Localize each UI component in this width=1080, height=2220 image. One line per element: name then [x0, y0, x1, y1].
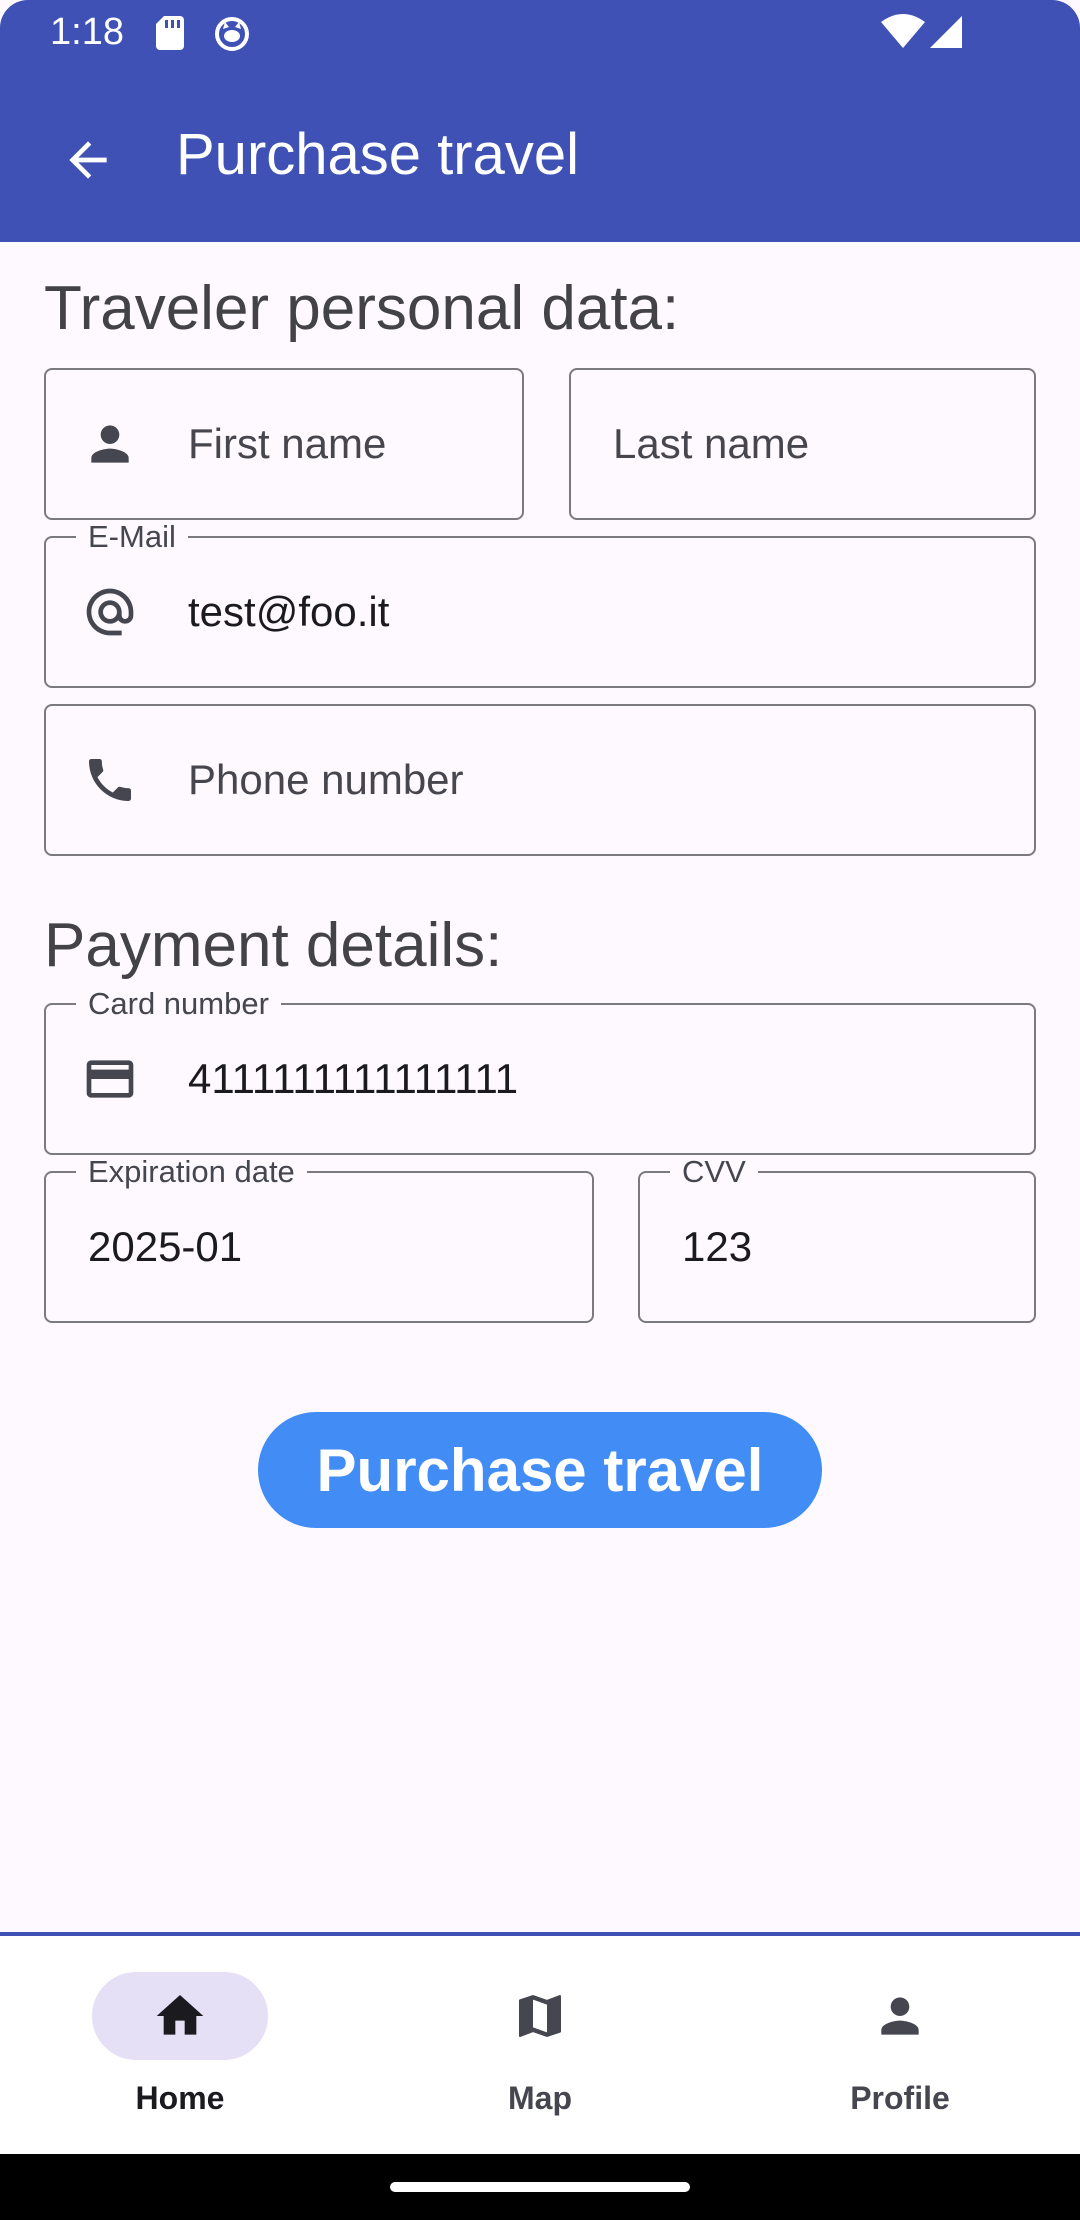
cvv-input[interactable]: [682, 1173, 1034, 1321]
at-sign-icon: [82, 584, 138, 640]
first-name-input[interactable]: [188, 370, 522, 518]
expiration-date-field[interactable]: Expiration date: [44, 1155, 594, 1323]
phone-icon: [82, 752, 138, 808]
nav-icon-container: [452, 1972, 628, 2060]
nav-item-home[interactable]: Home: [0, 1936, 360, 2154]
cvv-field[interactable]: CVV: [638, 1155, 1036, 1323]
app-bar: 1:18 Purchase travel: [0, 0, 1080, 242]
email-input[interactable]: [188, 538, 1034, 686]
phone-input[interactable]: [188, 706, 1034, 854]
phone-field[interactable]: [44, 704, 1036, 856]
nav-item-profile[interactable]: Profile: [720, 1936, 1080, 2154]
first-name-field[interactable]: [44, 368, 524, 520]
back-button[interactable]: [44, 116, 132, 204]
home-icon: [156, 1995, 204, 2035]
signal-icon: [930, 16, 962, 48]
expiration-date-input[interactable]: [88, 1173, 592, 1321]
email-field[interactable]: E-Mail: [44, 520, 1036, 688]
bottom-navigation: Home Map Profile: [0, 1932, 1080, 2154]
nav-label-home: Home: [135, 2080, 225, 2116]
page-title: Purchase travel: [176, 122, 579, 187]
purchase-travel-screen: 1:18 Purchase travel Traveler personal d…: [0, 0, 1080, 2220]
credit-card-icon: [82, 1051, 138, 1107]
nav-label-profile: Profile: [850, 2080, 950, 2116]
person-icon: [881, 1997, 919, 2035]
wifi-icon: [881, 14, 925, 48]
last-name-input[interactable]: [613, 370, 1034, 518]
card-number-input[interactable]: [188, 1005, 1034, 1153]
status-time: 1:18: [50, 11, 124, 53]
nav-label-map: Map: [508, 2080, 572, 2116]
map-icon: [519, 1995, 561, 2037]
payment-section-heading: Payment details:: [44, 911, 503, 980]
traveler-section-heading: Traveler personal data:: [44, 274, 680, 343]
home-gesture-handle[interactable]: [390, 2182, 690, 2192]
nav-item-map[interactable]: Map: [360, 1936, 720, 2154]
last-name-field[interactable]: [569, 368, 1036, 520]
nav-active-indicator: [92, 1972, 268, 2060]
sd-card-icon: [156, 16, 184, 50]
email-label: E-Mail: [76, 520, 188, 554]
gesture-bar: [0, 2154, 1080, 2220]
person-icon: [82, 416, 138, 472]
arrow-back-icon: [69, 141, 107, 179]
purchase-travel-button[interactable]: Purchase travel: [258, 1412, 822, 1528]
cat-notification-icon: [215, 17, 249, 51]
nav-icon-container: [812, 1972, 988, 2060]
card-number-field[interactable]: Card number: [44, 987, 1036, 1155]
